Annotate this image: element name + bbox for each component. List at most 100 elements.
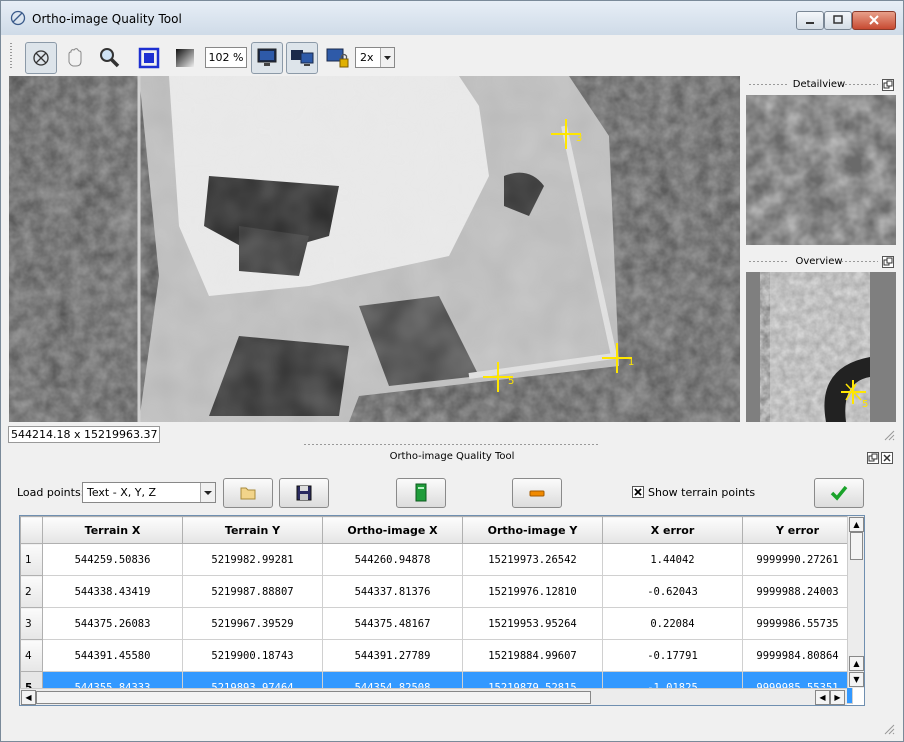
dock-float-button[interactable]: [867, 452, 879, 464]
open-file-button[interactable]: [223, 478, 273, 508]
overview-grip-right[interactable]: [840, 260, 878, 263]
table-cell[interactable]: 15219884.99607: [462, 639, 603, 672]
corner-header[interactable]: [20, 516, 43, 544]
column-header[interactable]: Terrain X: [42, 516, 183, 544]
green-box-icon: [415, 483, 427, 502]
show-terrain-points-checkbox[interactable]: [632, 486, 644, 498]
row-number[interactable]: 1: [20, 543, 43, 576]
row-number[interactable]: 4: [20, 639, 43, 672]
pan-tool-button[interactable]: [59, 42, 91, 74]
target-tool-button[interactable]: [25, 42, 57, 74]
horizontal-scrollbar[interactable]: ◀ ◀ ▶: [20, 688, 847, 705]
table-cell[interactable]: 5219987.88807: [182, 575, 323, 608]
row-number[interactable]: 3: [20, 607, 43, 640]
column-header[interactable]: Terrain Y: [182, 516, 323, 544]
dual-monitor-button[interactable]: [286, 42, 318, 74]
overview-image[interactable]: 5: [746, 272, 896, 422]
table-row[interactable]: 3 544375.26083 5219967.39529 544375.48167 15…: [20, 607, 853, 640]
minimize-button[interactable]: [796, 11, 824, 30]
table-cell[interactable]: 5219967.39529: [182, 607, 323, 640]
panel-splitter[interactable]: [303, 443, 599, 446]
table-row[interactable]: 4 544391.45580 5219900.18743 544391.27789 15…: [20, 639, 853, 672]
scale-dropdown-arrow[interactable]: [380, 48, 394, 67]
dock-title: Ortho-image Quality Tool: [389, 451, 515, 462]
table-cell[interactable]: 15219973.26542: [462, 543, 603, 576]
column-header[interactable]: Ortho-image Y: [462, 516, 603, 544]
table-cell[interactable]: 1.44042: [602, 543, 743, 576]
table-cell[interactable]: 544375.26083: [42, 607, 183, 640]
dock-close-button[interactable]: [881, 452, 893, 464]
scroll-left-button-right[interactable]: ◀: [815, 690, 830, 705]
scroll-right-button[interactable]: ▶: [830, 690, 845, 705]
dual-monitor-icon: [291, 50, 314, 66]
toolbar-grip[interactable]: [9, 42, 12, 70]
zoom-level-input[interactable]: 102 %: [205, 47, 247, 68]
detail-image[interactable]: [746, 95, 896, 245]
network-lock-button[interactable]: [321, 42, 353, 74]
magnifier-icon: [100, 48, 120, 68]
float-window-icon: [883, 257, 893, 266]
scroll-up-button[interactable]: ▲: [849, 517, 864, 532]
table-cell[interactable]: 9999986.55735: [742, 607, 853, 640]
column-header[interactable]: X error: [602, 516, 743, 544]
table-cell[interactable]: -0.17791: [602, 639, 743, 672]
minimize-icon: [806, 22, 814, 24]
table-cell[interactable]: 544338.43419: [42, 575, 183, 608]
points-table: Terrain X Terrain Y Ortho-image X Ortho-…: [19, 515, 865, 706]
ortho-image-view[interactable]: 3 1 5: [9, 76, 740, 422]
table-cell[interactable]: 544391.27789: [322, 639, 463, 672]
detailview-float-button[interactable]: [882, 79, 894, 91]
table-cell[interactable]: 544375.48167: [322, 607, 463, 640]
row-number[interactable]: 2: [20, 575, 43, 608]
scroll-down-button[interactable]: ▼: [849, 672, 864, 687]
vertical-scroll-thumb[interactable]: [850, 532, 863, 560]
overview-grip-left[interactable]: [748, 260, 788, 263]
table-cell[interactable]: 544259.50836: [42, 543, 183, 576]
column-header[interactable]: Y error: [742, 516, 853, 544]
table-cell[interactable]: 15219976.12810: [462, 575, 603, 608]
table-cell[interactable]: 544391.45580: [42, 639, 183, 672]
scale-value: 2x: [360, 51, 374, 64]
close-button[interactable]: [852, 11, 896, 30]
table-cell[interactable]: 9999988.24003: [742, 575, 853, 608]
table-cell[interactable]: 544260.94878: [322, 543, 463, 576]
table-row[interactable]: 2 544338.43419 5219987.88807 544337.81376 15…: [20, 575, 853, 608]
scroll-left-button[interactable]: ◀: [21, 690, 36, 705]
resize-grip-icon[interactable]: [883, 429, 895, 441]
horizontal-scroll-thumb[interactable]: [36, 691, 591, 704]
maximize-button[interactable]: [824, 11, 852, 30]
scroll-up-button-lower[interactable]: ▲: [849, 656, 864, 671]
detailview-grip-left[interactable]: [748, 83, 788, 86]
table-cell[interactable]: 5219982.99281: [182, 543, 323, 576]
close-icon: [869, 15, 879, 25]
remove-point-button[interactable]: [512, 478, 562, 508]
cursor-coordinates: 544214.18 x 15219963.37: [8, 426, 161, 443]
table-cell[interactable]: 5219900.18743: [182, 639, 323, 672]
main-toolbar: 102 % 2x: [9, 38, 895, 75]
table-row[interactable]: 1 544259.50836 5219982.99281 544260.94878 15…: [20, 543, 853, 576]
add-point-button[interactable]: [396, 478, 446, 508]
single-monitor-button[interactable]: [251, 42, 283, 74]
accept-button[interactable]: [814, 478, 864, 508]
load-format-dropdown-arrow[interactable]: [200, 483, 215, 502]
table-cell[interactable]: 9999990.27261: [742, 543, 853, 576]
zoom-tool-button[interactable]: [94, 42, 126, 74]
scale-select[interactable]: 2x: [355, 47, 395, 68]
table-cell[interactable]: 9999984.80864: [742, 639, 853, 672]
green-check-icon: [830, 485, 848, 501]
save-button[interactable]: [279, 478, 329, 508]
window-resize-grip-icon[interactable]: [883, 723, 895, 735]
table-cell[interactable]: -0.62043: [602, 575, 743, 608]
column-header[interactable]: Ortho-image X: [322, 516, 463, 544]
table-cell[interactable]: 0.22084: [602, 607, 743, 640]
fit-extent-button[interactable]: [133, 42, 165, 74]
contrast-button[interactable]: [169, 42, 201, 74]
detailview-grip-right[interactable]: [840, 83, 878, 86]
load-format-select[interactable]: Text - X, Y, Z: [82, 482, 216, 503]
minus-icon: [529, 490, 545, 497]
overview-float-button[interactable]: [882, 256, 894, 268]
table-cell[interactable]: 15219953.95264: [462, 607, 603, 640]
table-cell[interactable]: 544337.81376: [322, 575, 463, 608]
overview-marker-label: 5: [862, 399, 869, 410]
vertical-scrollbar[interactable]: ▲ ▲ ▼: [847, 516, 864, 688]
